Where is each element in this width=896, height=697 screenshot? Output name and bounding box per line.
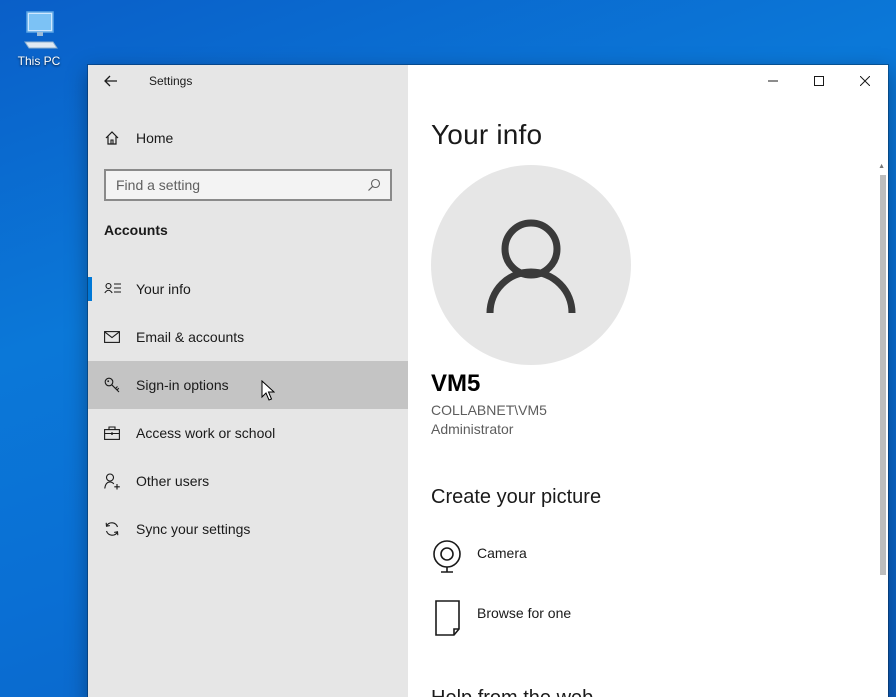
mouse-cursor-icon — [261, 380, 275, 401]
sidebar-item-home[interactable]: Home — [88, 120, 408, 156]
user-name: VM5 — [431, 370, 481, 397]
page-title: Your info — [431, 119, 543, 150]
sidebar-item-label: Sync your settings — [136, 521, 251, 537]
sidebar-item-label: Sign-in options — [136, 377, 229, 393]
home-icon — [105, 131, 119, 145]
add-user-icon — [104, 472, 120, 489]
help-from-web-heading: Help from the web — [431, 687, 593, 697]
search-box[interactable] — [104, 169, 392, 201]
close-button[interactable] — [842, 65, 888, 97]
app-title: Settings — [149, 74, 193, 88]
back-arrow-icon — [104, 75, 117, 87]
sidebar-item-label: Access work or school — [136, 425, 276, 441]
minimize-button[interactable] — [750, 65, 796, 97]
browse-option[interactable]: Browse for one — [431, 599, 571, 637]
desktop-icon-label: This PC — [17, 54, 61, 68]
back-button[interactable] — [88, 65, 134, 97]
sidebar-item-label: Other users — [136, 473, 210, 489]
create-picture-heading: Create your picture — [431, 486, 602, 508]
search-icon — [368, 178, 381, 191]
user-domain: COLLABNET\VM5 — [431, 402, 547, 418]
briefcase-icon — [104, 426, 120, 440]
sync-icon — [105, 522, 119, 536]
home-label: Home — [136, 130, 174, 146]
sidebar-item-label: Your info — [136, 281, 191, 297]
user-silhouette-icon — [486, 219, 576, 314]
main-content: Your info VM5 COLLABNET\VM5 Administrato… — [408, 65, 888, 697]
sidebar-item-label: Email & accounts — [136, 329, 245, 345]
contact-card-icon — [104, 282, 121, 294]
caption-buttons — [750, 65, 888, 97]
camera-option[interactable]: Camera — [431, 539, 527, 575]
sidebar-item-email-accounts[interactable]: Email & accounts — [88, 313, 408, 361]
sidebar-nav: Your info Email & accounts Sign-in optio… — [88, 265, 408, 553]
user-role: Administrator — [431, 421, 514, 437]
title-bar: Settings — [88, 65, 408, 97]
scroll-up-icon[interactable]: ▲ — [878, 163, 885, 170]
sidebar-item-your-info[interactable]: Your info — [88, 265, 408, 313]
sidebar-item-sign-in-options[interactable]: Sign-in options — [88, 361, 408, 409]
close-icon — [860, 76, 870, 86]
key-icon — [104, 377, 120, 393]
file-icon — [435, 600, 460, 636]
maximize-icon — [814, 76, 824, 86]
browse-label: Browse for one — [477, 605, 572, 621]
avatar — [431, 165, 631, 365]
sidebar-item-access-work-school[interactable]: Access work or school — [88, 409, 408, 457]
sidebar-item-other-users[interactable]: Other users — [88, 457, 408, 505]
minimize-icon — [768, 80, 778, 82]
sidebar: Settings Home Accounts — [88, 65, 408, 697]
mail-icon — [104, 331, 120, 343]
scrollbar-thumb[interactable] — [880, 175, 886, 575]
maximize-button[interactable] — [796, 65, 842, 97]
camera-icon — [433, 540, 461, 573]
search-input[interactable] — [116, 177, 356, 193]
section-heading-accounts: Accounts — [104, 222, 168, 238]
sidebar-item-sync-settings[interactable]: Sync your settings — [88, 505, 408, 553]
computer-icon — [24, 11, 58, 49]
camera-label: Camera — [477, 545, 527, 561]
desktop-icon-this-pc[interactable]: This PC — [12, 8, 66, 68]
settings-window: Settings Home Accounts — [88, 65, 888, 697]
